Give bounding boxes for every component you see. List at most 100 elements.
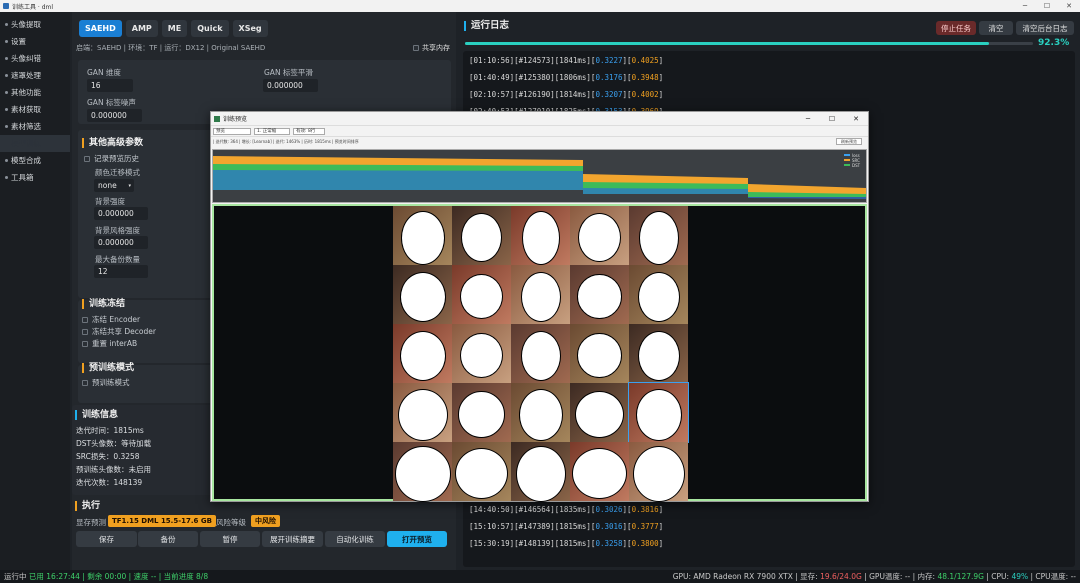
- pretrain-toggle[interactable]: 预训练模式: [82, 377, 130, 388]
- chevron-down-icon: ▾: [128, 182, 131, 189]
- face-mask-shape: [578, 213, 621, 262]
- checkbox-icon[interactable]: [82, 316, 88, 323]
- auto-train-button[interactable]: 自动化训练: [325, 531, 385, 547]
- status-left: 运行中 已用 16:27:44 | 剩余 00:00 | 速度 -- | 当前进…: [0, 571, 208, 582]
- log-bracket: ][: [622, 73, 632, 82]
- preview-face-tile: [629, 442, 688, 502]
- sidebar-item[interactable]: 模型合成: [0, 152, 70, 169]
- gan-smooth-input[interactable]: 0.000000: [263, 79, 318, 92]
- checkbox-icon[interactable]: [82, 340, 88, 347]
- checkbox-icon[interactable]: [84, 155, 90, 162]
- tab-saehd[interactable]: SAEHD: [79, 20, 122, 37]
- log-field: [#147389]: [514, 522, 555, 531]
- log-field: [14:40:50]: [469, 505, 515, 514]
- clear-button[interactable]: 清空: [979, 21, 1013, 35]
- log-field: [1841ms]: [554, 56, 591, 65]
- stop-task-button[interactable]: 停止任务: [936, 21, 976, 35]
- preview-select[interactable]: 预览: [213, 127, 251, 135]
- sidebar-item[interactable]: 头像提取: [0, 16, 70, 33]
- face-mask-shape: [397, 388, 448, 441]
- log-bracket: ]: [658, 505, 664, 514]
- bg-strength-label: 背景强度: [95, 197, 125, 206]
- sidebar-item[interactable]: 素材筛选: [0, 118, 70, 135]
- scale-select[interactable]: 1. 正常缩: [254, 127, 290, 135]
- freeze-title: 训练冻结: [82, 299, 125, 309]
- sidebar-item[interactable]: 素材获取: [0, 101, 70, 118]
- sidebar-item-label: 工具箱: [11, 173, 34, 182]
- log-line: [01:10:56][#124573][1841ms][0.3227][0.40…: [469, 56, 663, 65]
- log-field: 0.3816: [631, 505, 659, 514]
- color-mode-select[interactable]: none ▾: [94, 179, 134, 192]
- maximize-icon[interactable]: ☐: [1036, 2, 1058, 10]
- advanced-title: 其他高级参数: [82, 138, 143, 148]
- preview-face-tile: [511, 206, 570, 265]
- close-icon[interactable]: ✕: [1058, 2, 1080, 10]
- gan-noise-input[interactable]: 0.000000: [87, 109, 142, 122]
- bullet-icon: [5, 159, 8, 162]
- status-gpu: GPU: AMD Radeon RX 7900 XTX | 显存:: [672, 572, 821, 581]
- preview-face-tile: [570, 206, 629, 265]
- dst-count: DST头像数：等待加载: [76, 439, 152, 448]
- backup-button[interactable]: 备份: [138, 531, 198, 547]
- maximize-icon[interactable]: ☐: [820, 115, 844, 123]
- log-line: [14:40:50][#146564][1835ms][0.3026][0.38…: [469, 505, 663, 514]
- log-field: [1806ms]: [554, 73, 591, 82]
- pretrain-count: 预训练头像数：未启用: [76, 465, 151, 474]
- log-line: [15:30:19][#148139][1815ms][0.3258][0.38…: [469, 539, 663, 548]
- sidebar-item[interactable]: 设置: [0, 33, 70, 50]
- reset-interab-toggle[interactable]: 重置 interAB: [82, 338, 137, 349]
- rows-select[interactable]: 有效: 8行: [293, 127, 325, 135]
- status-mem: 48.1/127.9G: [937, 572, 984, 581]
- gan-dims-input[interactable]: 16: [87, 79, 133, 92]
- face-mask-shape: [577, 333, 622, 378]
- bg-strength-input[interactable]: 0.000000: [94, 207, 148, 220]
- face-mask-shape: [394, 445, 451, 502]
- sidebar-item[interactable]: 工具箱: [0, 169, 70, 186]
- sidebar-item[interactable]: 模型训练: [0, 135, 70, 152]
- sidebar-item[interactable]: 其他功能: [0, 84, 70, 101]
- sidebar-item[interactable]: 头像纠错: [0, 50, 70, 67]
- window-title: 训练工具 · dml: [12, 3, 54, 11]
- preview-stats-text: | 迭代数: 364 | 增长: [Learnab] | 迭代: 1463% |…: [213, 138, 359, 144]
- log-field: 0.3227: [595, 56, 623, 65]
- save-button[interactable]: 保存: [76, 531, 137, 547]
- tab-amp[interactable]: AMP: [125, 20, 158, 37]
- loss-band-loss: [213, 170, 583, 190]
- checkbox-icon[interactable]: [82, 379, 88, 386]
- status-right: GPU: AMD Radeon RX 7900 XTX | 显存: 19.6/2…: [673, 571, 1080, 582]
- log-field: [1835ms]: [554, 505, 591, 514]
- refresh-preview-button[interactable]: 刷新预览: [836, 138, 862, 145]
- log-bracket: ]: [658, 90, 664, 99]
- app-icon: [3, 3, 9, 9]
- close-icon[interactable]: ✕: [844, 115, 868, 123]
- clear-bg-log-button[interactable]: 清空后台日志: [1016, 21, 1074, 35]
- preview-window[interactable]: 训练预览 ─ ☐ ✕ 预览 1. 正常缩 有效: 8行 | 迭代数: 364 | 增…: [210, 111, 869, 502]
- tab-xseg[interactable]: XSeg: [232, 20, 268, 37]
- preview-face-tile: [452, 442, 511, 501]
- checkbox-icon[interactable]: [413, 45, 419, 51]
- open-preview-button[interactable]: 打开预览: [387, 531, 447, 547]
- tab-me[interactable]: ME: [161, 20, 188, 37]
- share-memory-toggle[interactable]: 共享内存: [413, 43, 450, 53]
- bullet-icon: [5, 40, 8, 43]
- pause-button[interactable]: 暂停: [200, 531, 260, 547]
- backup-count-input[interactable]: 12: [94, 265, 148, 278]
- log-bracket: ][: [622, 90, 632, 99]
- color-mode-label: 颜色迁移模式: [95, 168, 140, 177]
- face-mask-shape: [577, 274, 622, 319]
- loss-chart: loss SRC DST: [212, 149, 867, 203]
- minimize-icon[interactable]: ─: [796, 115, 820, 123]
- checkbox-icon[interactable]: [82, 328, 88, 335]
- record-history-toggle[interactable]: 记录预览历史: [84, 153, 139, 164]
- tab-quick[interactable]: Quick: [191, 20, 229, 37]
- minimize-icon[interactable]: ─: [1014, 2, 1036, 10]
- freeze-encoder-toggle[interactable]: 冻结 Encoder: [82, 314, 140, 325]
- backup-count-label: 最大备份数量: [95, 255, 140, 264]
- vram-badge: TF1.15 DML 15.5-17.6 GB: [108, 515, 216, 527]
- expand-summary-button[interactable]: 展开训练摘要: [262, 531, 323, 547]
- bullet-icon: [5, 57, 8, 60]
- sidebar-item[interactable]: 遮罩处理: [0, 67, 70, 84]
- face-mask-shape: [458, 391, 505, 438]
- freeze-decoder-toggle[interactable]: 冻结共享 Decoder: [82, 326, 156, 337]
- bg-style-input[interactable]: 0.000000: [94, 236, 148, 249]
